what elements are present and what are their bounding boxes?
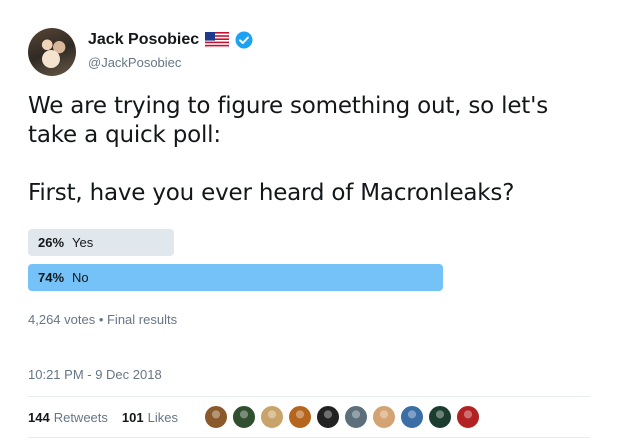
poll-meta: 4,264 votes • Final results: [28, 312, 178, 327]
poll-option-percent: 74%: [38, 270, 65, 285]
retweets-label: Retweets: [53, 409, 108, 425]
divider: [28, 396, 590, 397]
tweet-text: We are trying to figure something out, s…: [28, 93, 549, 206]
liker-avatar-icon[interactable]: [315, 405, 340, 429]
liker-avatar-icon[interactable]: [399, 405, 424, 429]
verified-badge-icon: [235, 31, 253, 49]
retweets-stat[interactable]: 144 Retweets: [28, 410, 108, 425]
liker-avatar-icon[interactable]: [343, 405, 368, 429]
author-handle[interactable]: @JackPosobiec: [88, 55, 181, 70]
likes-label: Likes: [147, 409, 178, 425]
author-name-row: Jack Posobiec: [88, 30, 253, 50]
poll-option-yes: 26% Yes: [28, 229, 174, 256]
divider: [28, 437, 590, 438]
us-flag-icon: [204, 31, 230, 49]
likes-stat[interactable]: 101 Likes: [122, 410, 178, 425]
author-avatar[interactable]: [28, 28, 76, 76]
author-display-name[interactable]: Jack Posobiec: [88, 31, 199, 49]
avatar-photo-detail: [42, 50, 60, 68]
tweet-timestamp[interactable]: 10:21 PM - 9 Dec 2018: [28, 367, 162, 382]
tweet-stats: 144 Retweets 101 Likes: [28, 405, 480, 429]
poll-option-percent: 26%: [38, 235, 65, 250]
liker-avatar-icon[interactable]: [287, 405, 312, 429]
retweets-count: 144: [28, 409, 50, 425]
liker-avatars: [203, 405, 480, 429]
liker-avatar-icon[interactable]: [259, 405, 284, 429]
poll-option-label: Yes: [72, 235, 94, 250]
poll-option-no: 74% No: [28, 264, 443, 291]
likes-count: 101: [121, 409, 144, 425]
poll-option-label: No: [72, 270, 89, 285]
liker-avatar-icon[interactable]: [231, 405, 256, 429]
liker-avatar-icon[interactable]: [371, 405, 396, 429]
liker-avatar-icon[interactable]: [427, 405, 452, 429]
liker-avatar-icon[interactable]: [203, 405, 228, 429]
liker-avatar-icon[interactable]: [455, 405, 480, 429]
